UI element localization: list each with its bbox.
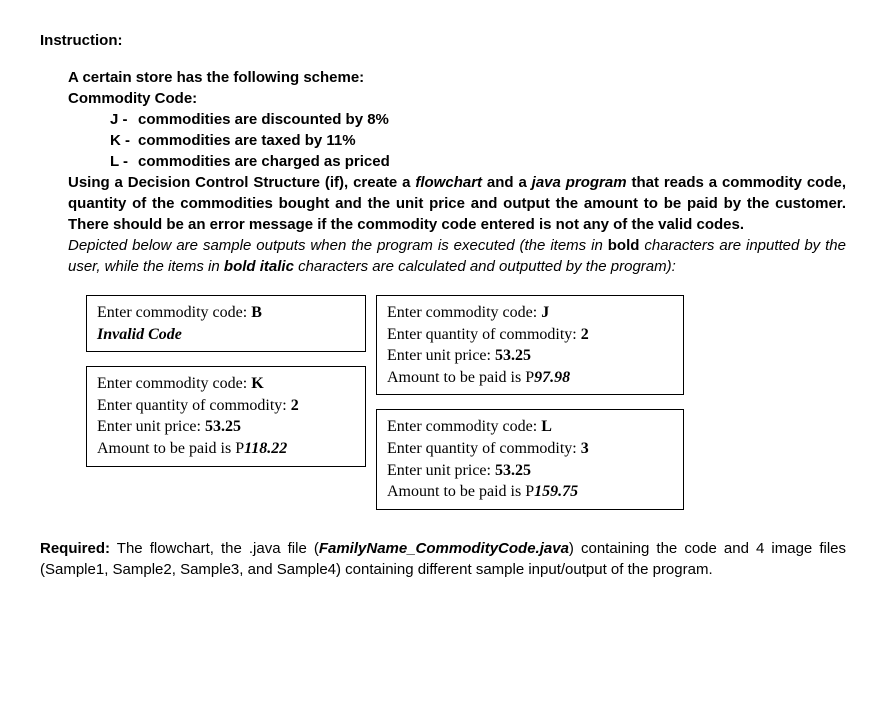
problem-statement: Using a Decision Control Structure (if),… (68, 172, 846, 235)
sample1-input1: B (251, 304, 262, 321)
sample4-prompt3: Enter unit price: (387, 462, 495, 479)
code-desc-l: commodities are charged as priced (138, 151, 390, 172)
flowchart-word: flowchart (415, 174, 482, 191)
bold-word: bold (608, 237, 640, 254)
sample4-line3: Enter unit price: 53.25 (387, 460, 673, 482)
required-filename: FamilyName_CommodityCode.java (319, 540, 569, 557)
sample3-prompt2: Enter quantity of commodity: (387, 326, 581, 343)
sample1-line1: Enter commodity code: B (97, 302, 355, 324)
sample-box-1: Enter commodity code: B Invalid Code (86, 295, 366, 352)
sample4-input2: 3 (581, 440, 589, 457)
sample2-prompt1: Enter commodity code: (97, 375, 251, 392)
sample2-input2: 2 (291, 397, 299, 414)
sample4-output: 159.75 (534, 483, 578, 500)
sample3-input3: 53.25 (495, 347, 531, 364)
sample2-line3: Enter unit price: 53.25 (97, 416, 355, 438)
sample2-prompt4: Amount to be paid is P (97, 440, 244, 457)
required-label: Required: (40, 540, 110, 557)
sample-box-3: Enter commodity code: J Enter quantity o… (376, 295, 684, 395)
sample4-input3: 53.25 (495, 462, 531, 479)
sample4-line4: Amount to be paid is P159.75 (387, 481, 673, 503)
sample1-prompt1: Enter commodity code: (97, 304, 251, 321)
depicted-part3: characters are calculated and outputted … (294, 258, 676, 275)
instruction-heading: Instruction: (40, 30, 846, 51)
code-item-k: K - commodities are taxed by 11% (110, 130, 846, 151)
sample4-line1: Enter commodity code: L (387, 416, 673, 438)
samples-container: Enter commodity code: B Invalid Code Ent… (68, 295, 846, 510)
sample3-line4: Amount to be paid is P97.98 (387, 367, 673, 389)
main-content: A certain store has the following scheme… (40, 67, 846, 510)
scheme-intro-line-2: Commodity Code: (68, 88, 846, 109)
problem-part1: Using a Decision Control Structure (if),… (68, 174, 415, 191)
required-section: Required: The flowchart, the .java file … (40, 538, 846, 580)
sample3-prompt4: Amount to be paid is P (387, 369, 534, 386)
sample-box-2: Enter commodity code: K Enter quantity o… (86, 366, 366, 466)
sample1-invalid: Invalid Code (97, 324, 355, 346)
samples-column-right: Enter commodity code: J Enter quantity o… (376, 295, 684, 510)
sample4-prompt2: Enter quantity of commodity: (387, 440, 581, 457)
scheme-intro-line-1: A certain store has the following scheme… (68, 67, 846, 88)
sample4-line2: Enter quantity of commodity: 3 (387, 438, 673, 460)
sample2-prompt3: Enter unit price: (97, 418, 205, 435)
code-letter-k: K - (110, 130, 138, 151)
sample-box-4: Enter commodity code: L Enter quantity o… (376, 409, 684, 509)
sample2-input1: K (251, 375, 263, 392)
sample2-prompt2: Enter quantity of commodity: (97, 397, 291, 414)
sample3-prompt3: Enter unit price: (387, 347, 495, 364)
sample4-prompt1: Enter commodity code: (387, 418, 541, 435)
problem-part2: and a (482, 174, 532, 191)
sample3-input2: 2 (581, 326, 589, 343)
code-desc-k: commodities are taxed by 11% (138, 130, 356, 151)
commodity-code-list: J - commodities are discounted by 8% K -… (68, 109, 846, 172)
sample2-line4: Amount to be paid is P118.22 (97, 438, 355, 460)
sample3-output: 97.98 (534, 369, 570, 386)
sample3-prompt1: Enter commodity code: (387, 304, 541, 321)
bold-italic-word: bold italic (224, 258, 294, 275)
required-part1: The flowchart, the .java file ( (110, 540, 319, 557)
sample4-prompt4: Amount to be paid is P (387, 483, 534, 500)
sample3-line3: Enter unit price: 53.25 (387, 345, 673, 367)
code-letter-l: L - (110, 151, 138, 172)
code-desc-j: commodities are discounted by 8% (138, 109, 389, 130)
sample3-line2: Enter quantity of commodity: 2 (387, 324, 673, 346)
sample4-input1: L (541, 418, 552, 435)
depicted-part1: Depicted below are sample outputs when t… (68, 237, 608, 254)
sample2-input3: 53.25 (205, 418, 241, 435)
sample2-line2: Enter quantity of commodity: 2 (97, 395, 355, 417)
code-item-j: J - commodities are discounted by 8% (110, 109, 846, 130)
sample2-line1: Enter commodity code: K (97, 373, 355, 395)
samples-column-left: Enter commodity code: B Invalid Code Ent… (86, 295, 366, 510)
depicted-note: Depicted below are sample outputs when t… (68, 235, 846, 277)
code-letter-j: J - (110, 109, 138, 130)
sample3-input1: J (541, 304, 549, 321)
sample2-output: 118.22 (244, 440, 287, 457)
code-item-l: L - commodities are charged as priced (110, 151, 846, 172)
java-program-word: java program (532, 174, 627, 191)
sample3-line1: Enter commodity code: J (387, 302, 673, 324)
